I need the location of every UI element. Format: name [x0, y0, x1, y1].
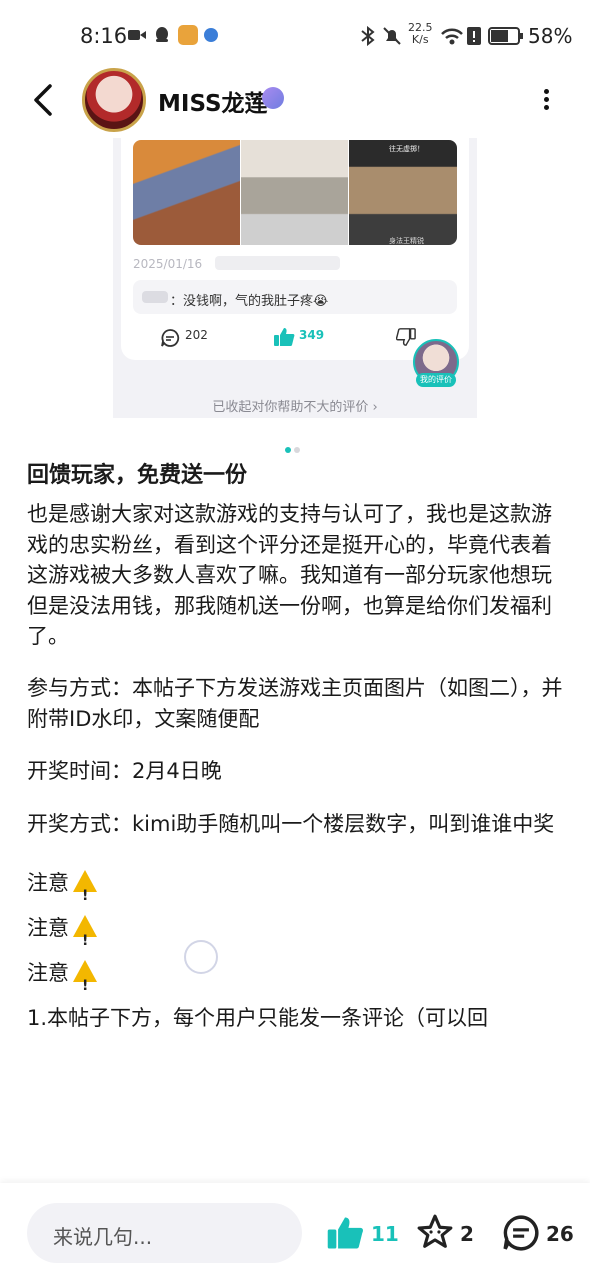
- post-title: 回馈玩家，免费送一份: [27, 463, 248, 488]
- post-paragraph: 参与方式：本帖子下方发送游戏主页面图片（如图二），并附带ID水印，文案随便配: [27, 676, 563, 731]
- thumbs-down-icon: [396, 328, 416, 346]
- browser-notification-icon: [204, 28, 218, 42]
- game-screenshot-3: 往无虚掷！ 身法王精锐: [349, 140, 457, 245]
- sim-alert-icon: [467, 27, 481, 45]
- author-avatar[interactable]: [82, 68, 146, 132]
- review-comment-text: ：没钱啊，气的我肚子疼😭: [170, 294, 329, 309]
- warning-icon: [73, 960, 97, 1009]
- network-speed: 22.5 K/s: [408, 21, 433, 46]
- comment-icon[interactable]: [502, 1214, 540, 1252]
- image-pager: [285, 438, 305, 453]
- verified-badge-icon: [262, 87, 284, 109]
- post-paragraph: 也是感谢大家对这款游戏的支持与认可了，我也是这款游戏的忠实粉丝，看到这个评分还是…: [27, 502, 552, 648]
- pager-dot-active: [285, 447, 291, 453]
- battery-icon: [488, 27, 523, 45]
- reply-icon: [161, 329, 180, 347]
- back-arrow-icon[interactable]: [30, 82, 60, 118]
- game-screenshot-2: [241, 140, 348, 245]
- thumb-caption: 身法王精锐: [389, 237, 424, 245]
- bluetooth-icon: [361, 26, 375, 46]
- like-button-icon[interactable]: [326, 1214, 364, 1252]
- battery-percent: 58%: [528, 24, 573, 48]
- thumbs-up-icon: [274, 328, 295, 346]
- favorite-count[interactable]: 2: [460, 1222, 474, 1246]
- notice-line: 注意: [27, 906, 572, 964]
- like-count[interactable]: 11: [371, 1222, 399, 1246]
- notice-line: 注意: [27, 951, 572, 1009]
- more-vertical-icon[interactable]: [540, 86, 552, 116]
- post-paragraph: 开奖方式：kimi助手随机叫一个楼层数字，叫到谁谁中奖: [27, 811, 555, 836]
- status-bar: 8:16 22.5 K/s 58%: [0, 0, 590, 70]
- favorite-star-icon[interactable]: [416, 1213, 454, 1251]
- my-review-tag: 我的评价: [416, 373, 456, 387]
- wifi-icon: [441, 28, 463, 45]
- notice-text: 注意: [27, 961, 69, 986]
- notice-line: 注意: [27, 861, 572, 919]
- comment-count[interactable]: 26: [546, 1222, 574, 1246]
- comment-placeholder[interactable]: 来说几句...: [53, 1221, 152, 1250]
- qq-icon: [156, 27, 168, 42]
- warning-icon: [73, 915, 97, 964]
- notice-text: 注意: [27, 871, 69, 896]
- mute-bell-icon: [383, 27, 401, 45]
- blurred-text: [215, 256, 340, 270]
- review-date: 2025/01/16: [133, 257, 203, 271]
- collapsed-reviews-link: 已收起对你帮助不大的评价 ›: [212, 400, 378, 415]
- game-screenshot-1: [133, 140, 240, 245]
- app-notification-icon: [178, 25, 198, 45]
- warning-icon: [73, 870, 97, 919]
- blurred-username: [142, 291, 168, 303]
- reply-count: 202: [185, 328, 208, 342]
- review-like-count: 349: [299, 328, 325, 342]
- pager-dot: [294, 447, 300, 453]
- loading-spinner: [184, 940, 218, 974]
- post-paragraph: 开奖时间：2月4日晚: [27, 759, 222, 784]
- author-name[interactable]: MISS龙莲: [158, 84, 268, 118]
- clock: 8:16: [80, 24, 128, 48]
- thumb-top-caption: 往无虚掷！: [389, 145, 424, 153]
- notice-text: 注意: [27, 916, 69, 941]
- rule-line: 1.本帖子下方，每个用户只能发一条评论（可以回: [27, 1006, 489, 1031]
- video-camera-icon: [128, 30, 146, 40]
- post-content: 回馈玩家，免费送一份 也是感谢大家对这款游戏的支持与认可了，我也是这款游戏的忠实…: [27, 458, 572, 1041]
